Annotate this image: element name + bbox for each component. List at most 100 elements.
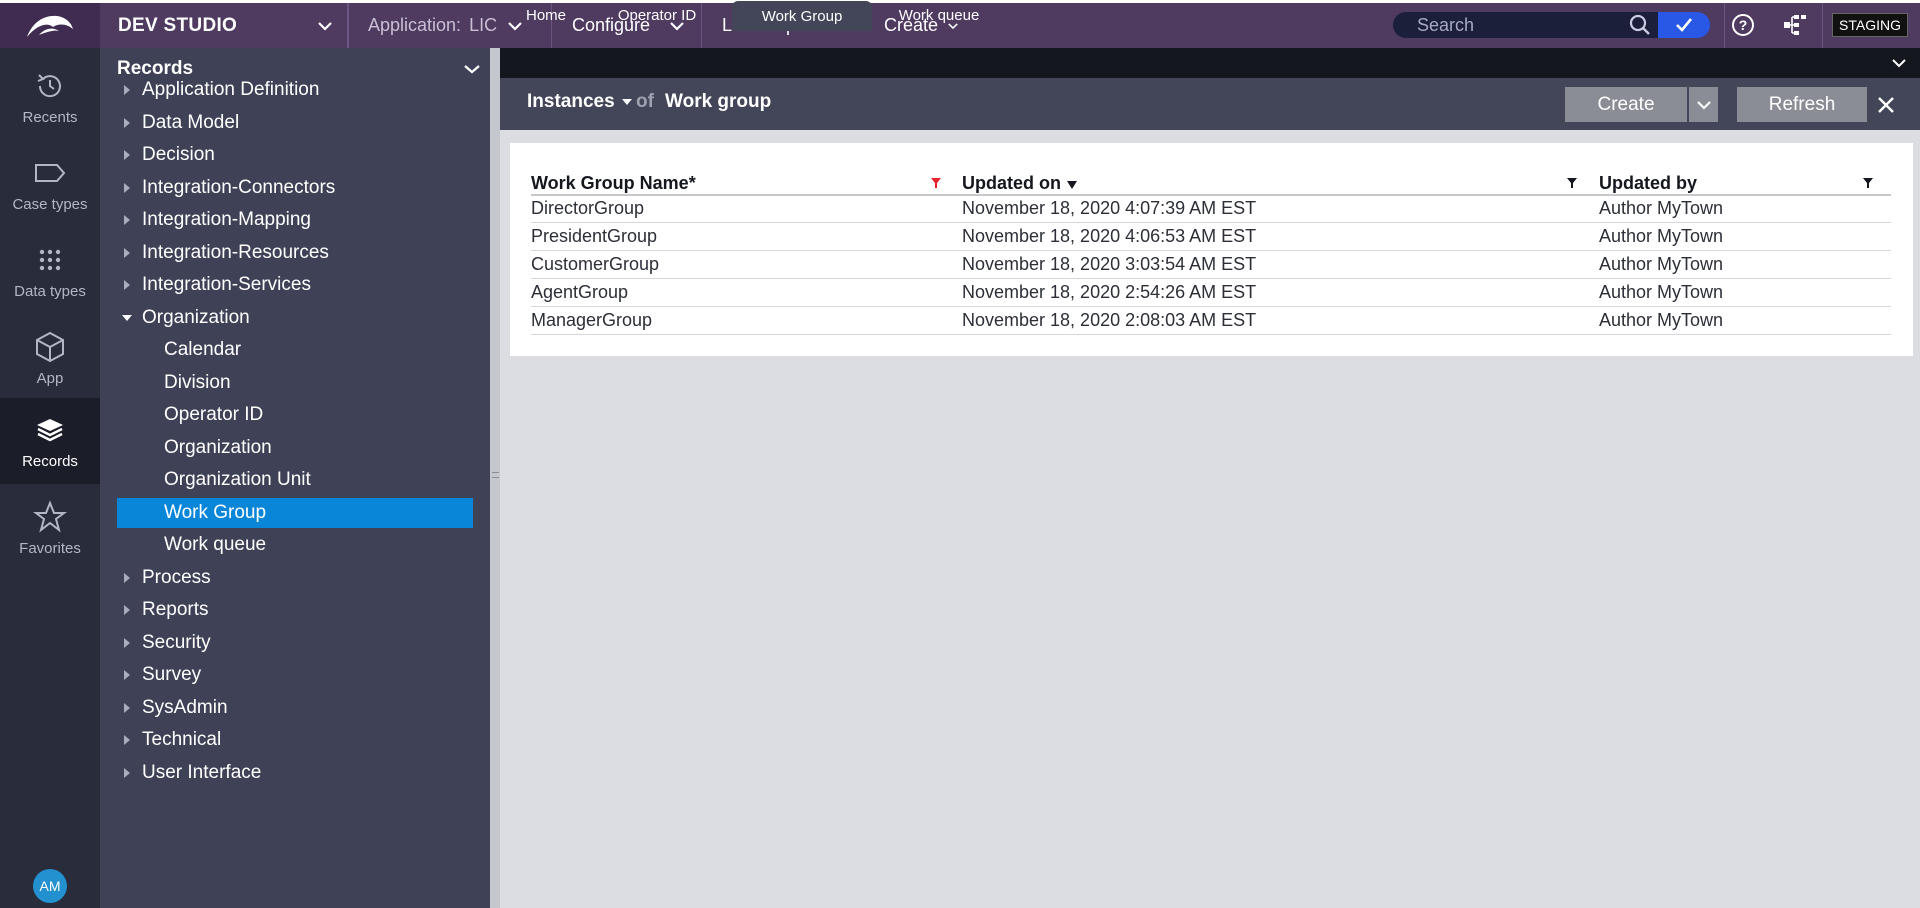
work-group-name-cell[interactable]: AgentGroup [531,282,628,303]
tree-item[interactable]: Work queue [100,530,490,560]
caret-right-icon[interactable] [122,150,132,160]
tree-item[interactable]: Integration-Services [100,270,490,300]
pega-logo-icon [27,15,73,37]
avatar[interactable]: AM [33,869,67,903]
rail-item-favorites[interactable]: Favorites [0,485,100,571]
tree-item[interactable]: Integration-Connectors [100,173,490,203]
panel-splitter[interactable] [490,48,500,908]
tree-item[interactable]: User Interface [100,758,490,788]
search-icon[interactable] [1628,13,1652,37]
close-icon[interactable] [1874,93,1898,117]
tab-work-group[interactable]: Work Group [732,1,872,31]
tree-item[interactable]: Division [100,368,490,398]
caret-right-icon[interactable] [122,735,132,745]
tree-item-label: Organization Unit [164,469,311,490]
updated-on-cell: November 18, 2020 4:07:39 AM EST [962,198,1257,218]
tab-home[interactable]: Home [517,0,575,30]
caret-right-icon[interactable] [122,118,132,128]
filter-icon[interactable] [1862,177,1874,189]
tree-item[interactable]: Calendar [100,335,490,365]
work-group-name-cell[interactable]: ManagerGroup [531,310,652,331]
tree-item[interactable]: Security [100,628,490,658]
pega-logo[interactable] [0,3,100,48]
rail-item-app[interactable]: App [0,315,100,401]
tab-operator-id[interactable]: Operator ID [606,0,708,30]
column-header-work-group-name[interactable]: Work Group Name* [531,173,696,194]
work-group-name-cell[interactable]: DirectorGroup [531,198,644,219]
caret-down-icon [621,99,632,105]
caret-down-icon[interactable] [122,313,132,323]
tree-item[interactable]: Organization [100,433,490,463]
caret-right-icon[interactable] [122,248,132,258]
row-divider [531,278,1891,279]
column-header-updated-by[interactable]: Updated by [1599,173,1697,194]
caret-right-icon[interactable] [122,605,132,615]
create-button[interactable]: Create [1565,87,1687,122]
column-header-label: Updated by [1599,173,1698,193]
rail-item-data-types[interactable]: Data types [0,228,100,314]
tree-item[interactable]: Survey [100,660,490,690]
tree-item[interactable]: Process [100,563,490,593]
tree-item[interactable]: Integration-Resources [100,238,490,268]
tab-label: Operator ID [617,6,697,24]
tree-item-label: Calendar [164,339,242,360]
caret-right-icon[interactable] [122,85,132,95]
tree-item-label: Work Group [164,502,267,523]
create-button-label: Create [1597,93,1655,115]
sort-descending-icon[interactable] [1066,180,1078,190]
column-header-updated-on[interactable]: Updated on [962,173,1061,194]
caret-right-icon[interactable] [122,670,132,680]
refresh-button[interactable]: Refresh [1737,87,1867,122]
tab-work-queue[interactable]: Work queue [890,0,988,30]
rail-item-case-types[interactable]: Case types [0,141,100,227]
caret-right-icon[interactable] [122,183,132,193]
tree-item[interactable]: Organization [100,303,490,333]
splitter-grip-icon[interactable] [492,472,499,478]
search-submit-button[interactable] [1658,12,1710,38]
tree-item[interactable]: Organization Unit [100,465,490,495]
caret-right-icon[interactable] [122,768,132,778]
create-options-button[interactable] [1689,87,1718,122]
rail-label-case-types: Case types [12,195,88,213]
work-group-name-cell[interactable]: CustomerGroup [531,254,659,275]
org-tree-icon[interactable] [1782,12,1808,38]
checkmark-icon [1676,18,1693,32]
tree-item[interactable]: Application Definition [100,75,490,105]
caret-right-icon[interactable] [122,703,132,713]
records-panel: Records Application Definition Data Model… [100,48,490,908]
work-group-name-cell[interactable]: PresidentGroup [531,226,657,247]
instances-label: Instances [527,91,615,112]
chevron-down-icon[interactable] [1890,54,1908,72]
caret-right-icon[interactable] [122,573,132,583]
tree-item[interactable]: Work Group [100,498,490,528]
tree-item-label: Application Definition [142,79,320,100]
tree-item[interactable]: Decision [100,140,490,170]
caret-right-icon[interactable] [122,280,132,290]
chevron-down-icon [1696,100,1711,110]
row-divider [531,250,1891,251]
divider [1724,3,1725,48]
tree-item[interactable]: Technical [100,725,490,755]
caret-right-icon[interactable] [122,638,132,648]
tree-item[interactable]: Reports [100,595,490,625]
tree-item-label: Division [164,372,231,393]
tree-item-label: Decision [142,144,215,165]
filter-icon[interactable] [1566,177,1578,189]
data-types-icon [39,249,61,270]
tree-item[interactable]: SysAdmin [100,693,490,723]
filter-active-icon[interactable] [930,177,942,189]
tree-item-label: Integration-Services [142,274,311,295]
studio-switcher[interactable]: DEV STUDIO [100,3,348,48]
tree-item[interactable]: Integration-Mapping [100,205,490,235]
caret-right-icon[interactable] [122,215,132,225]
help-icon[interactable]: ? [1730,12,1756,38]
tree-item[interactable]: Data Model [100,108,490,138]
rail-item-records[interactable]: Records [0,398,100,484]
rail-item-recents[interactable]: Recents [0,54,100,140]
environment-badge: STAGING [1832,13,1908,37]
tree-item[interactable]: Operator ID [100,400,490,430]
tree-item-label: User Interface [142,762,262,783]
tree-item-label: Security [142,632,211,653]
tree-item-label: Organization [164,437,272,458]
instances-dropdown[interactable]: Instances [527,91,633,113]
